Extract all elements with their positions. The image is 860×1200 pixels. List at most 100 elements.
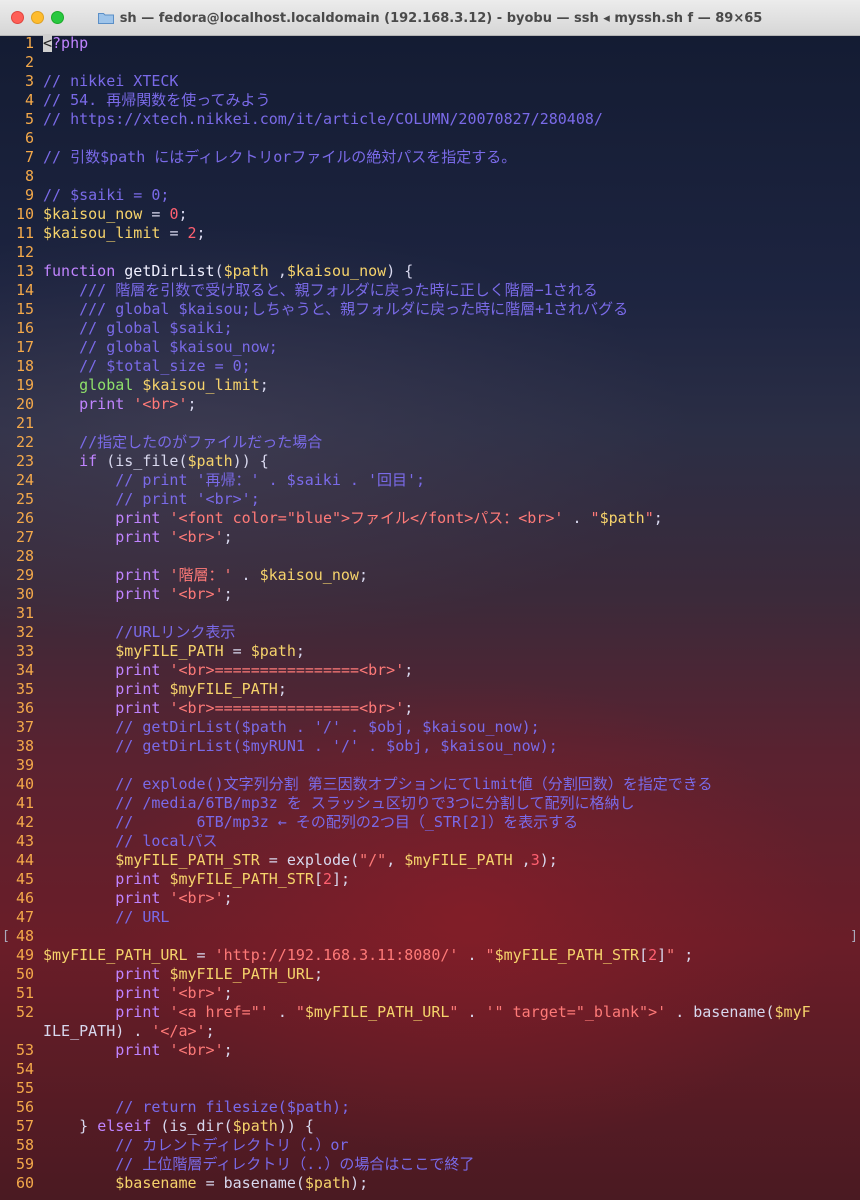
code-text: // global $kaisou_now; bbox=[79, 338, 278, 356]
code-line: 27 print '<br>'; bbox=[0, 528, 860, 547]
line-number: 32 bbox=[15, 623, 34, 641]
line-number: 9 bbox=[24, 186, 34, 204]
code-text: // 54. 再帰関数を使ってみよう bbox=[43, 91, 271, 109]
line-number: 18 bbox=[15, 357, 34, 375]
line-number: 14 bbox=[15, 281, 34, 299]
terminal-editor[interactable]: 1 <?php 2 3 // nikkei XTECK 4 // 54. 再帰関数を使ってみ… bbox=[0, 34, 860, 1193]
line-number: 53 bbox=[15, 1041, 34, 1059]
code-text: //指定したのがファイルだった場合 bbox=[79, 433, 323, 451]
window-titlebar: sh — fedora@localhost.localdomain (192.1… bbox=[0, 0, 860, 36]
code-text: if (is_file($path)) { bbox=[79, 452, 269, 470]
line-number: 44 bbox=[15, 851, 34, 869]
code-line: 30 print '<br>'; bbox=[0, 585, 860, 604]
code-text: print '<font color="blue">ファイル</font>パス：… bbox=[115, 509, 663, 527]
code-line: 55 bbox=[0, 1079, 860, 1098]
code-text: print '<br>'; bbox=[115, 1041, 233, 1059]
code-line: 20 print '<br>'; bbox=[0, 395, 860, 414]
code-text: // localパス bbox=[115, 832, 218, 850]
code-line: 50 print $myFILE_PATH_URL; bbox=[0, 965, 860, 984]
code-line: 51 print '<br>'; bbox=[0, 984, 860, 1003]
line-number: 60 bbox=[15, 1174, 34, 1192]
code-line: 39 bbox=[0, 756, 860, 775]
code-line: 38 // getDirList($myRUN1 . '/' . $obj, $… bbox=[0, 737, 860, 756]
code-text: print '<a href="' . "$myFILE_PATH_URL" .… bbox=[115, 1003, 811, 1021]
line-number: 57 bbox=[15, 1117, 34, 1135]
code-text: ILE_PATH) . '</a>'; bbox=[43, 1022, 215, 1040]
window-title-area: sh — fedora@localhost.localdomain (192.1… bbox=[0, 0, 860, 36]
code-text: // nikkei XTECK bbox=[43, 72, 179, 90]
line-number: 16 bbox=[15, 319, 34, 337]
code-text: function getDirList($path ,$kaisou_now) … bbox=[43, 262, 414, 280]
line-number: 11 bbox=[15, 224, 34, 242]
line-number: 15 bbox=[15, 300, 34, 318]
code-line: ILE_PATH) . '</a>'; bbox=[0, 1022, 860, 1041]
code-line: 17 // global $kaisou_now; bbox=[0, 338, 860, 357]
line-number: 13 bbox=[15, 262, 34, 280]
code-text: $myFILE_PATH_STR = explode("/", $myFILE_… bbox=[115, 851, 558, 869]
line-number: 56 bbox=[15, 1098, 34, 1116]
code-line: 42 // 6TB/mp3z ← その配列の2つ目（_STR[2]）を表示する bbox=[0, 813, 860, 832]
code-line: 60 $basename = basename($path); bbox=[0, 1174, 860, 1193]
line-number: 45 bbox=[15, 870, 34, 888]
line-number: 12 bbox=[15, 243, 34, 261]
code-line: 57 } elseif (is_dir($path)) { bbox=[0, 1117, 860, 1136]
code-text: // explode()文字列分割 第三因数オプションにてlimit値（分割回数… bbox=[115, 775, 713, 793]
code-text: global $kaisou_limit; bbox=[79, 376, 269, 394]
code-text: // 引数$path にはディレクトリorファイルの絶対パスを指定する。 bbox=[43, 148, 517, 166]
code-text: // return filesize($path); bbox=[115, 1098, 351, 1116]
code-line: 12 bbox=[0, 243, 860, 262]
line-number: 38 bbox=[15, 737, 34, 755]
code-line: 33 $myFILE_PATH = $path; bbox=[0, 642, 860, 661]
code-line: 19 global $kaisou_limit; bbox=[0, 376, 860, 395]
code-text: // URL bbox=[115, 908, 170, 926]
line-number: 51 bbox=[15, 984, 34, 1002]
code-line: 2 bbox=[0, 53, 860, 72]
code-line: 28 bbox=[0, 547, 860, 566]
code-line: 10 $kaisou_now = 0; bbox=[0, 205, 860, 224]
code-text: $myFILE_PATH_URL = 'http://192.168.3.11:… bbox=[43, 946, 694, 964]
code-text: print '<br>================<br>'; bbox=[115, 661, 414, 679]
code-line: 7 // 引数$path にはディレクトリorファイルの絶対パスを指定する。 bbox=[0, 148, 860, 167]
line-number: 24 bbox=[15, 471, 34, 489]
code-line: 4 // 54. 再帰関数を使ってみよう bbox=[0, 91, 860, 110]
code-line: 34 print '<br>================<br>'; bbox=[0, 661, 860, 680]
code-line: 29 print '階層：' . $kaisou_now; bbox=[0, 566, 860, 585]
line-number: 27 bbox=[15, 528, 34, 546]
code-line: 58 // カレントディレクトリ（.）or bbox=[0, 1136, 860, 1155]
code-line: 56 // return filesize($path); bbox=[0, 1098, 860, 1117]
line-number: 46 bbox=[15, 889, 34, 907]
code-line: 53 print '<br>'; bbox=[0, 1041, 860, 1060]
code-text: // getDirList($myRUN1 . '/' . $obj, $kai… bbox=[115, 737, 558, 755]
code-text: // getDirList($path . '/' . $obj, $kaiso… bbox=[115, 718, 540, 736]
line-number: 54 bbox=[15, 1060, 34, 1078]
code-text: // /media/6TB/mp3z を スラッシュ区切りで3つに分割して配列に… bbox=[115, 794, 635, 812]
code-line: 49 $myFILE_PATH_URL = 'http://192.168.3.1… bbox=[0, 946, 860, 965]
code-text: //URLリンク表示 bbox=[115, 623, 236, 641]
code-line: 44 $myFILE_PATH_STR = explode("/", $myFI… bbox=[0, 851, 860, 870]
line-number: 5 bbox=[24, 110, 34, 128]
code-line: 18 // $total_size = 0; bbox=[0, 357, 860, 376]
code-text: print '<br>================<br>'; bbox=[115, 699, 414, 717]
line-number: 49 bbox=[15, 946, 34, 964]
line-number: 31 bbox=[15, 604, 34, 622]
code-text: print '<br>'; bbox=[115, 889, 233, 907]
line-number: 35 bbox=[15, 680, 34, 698]
line-number: 2 bbox=[24, 53, 34, 71]
code-text: } elseif (is_dir($path)) { bbox=[79, 1117, 314, 1135]
code-line: 5 // https://xtech.nikkei.com/it/article/… bbox=[0, 110, 860, 129]
line-number: 43 bbox=[15, 832, 34, 850]
code-line: 8 bbox=[0, 167, 860, 186]
window-title: sh — fedora@localhost.localdomain (192.1… bbox=[119, 10, 763, 26]
line-number: 7 bbox=[24, 148, 34, 166]
code-text: // https://xtech.nikkei.com/it/article/C… bbox=[43, 110, 603, 128]
code-line: 24 // print '再帰：' . $saiki . '回目'; bbox=[0, 471, 860, 490]
code-line: 22 //指定したのがファイルだった場合 bbox=[0, 433, 860, 452]
code-text: // print '<br>'; bbox=[115, 490, 260, 508]
line-number: 30 bbox=[15, 585, 34, 603]
code-text: // 6TB/mp3z ← その配列の2つ目（_STR[2]）を表示する bbox=[115, 813, 579, 831]
